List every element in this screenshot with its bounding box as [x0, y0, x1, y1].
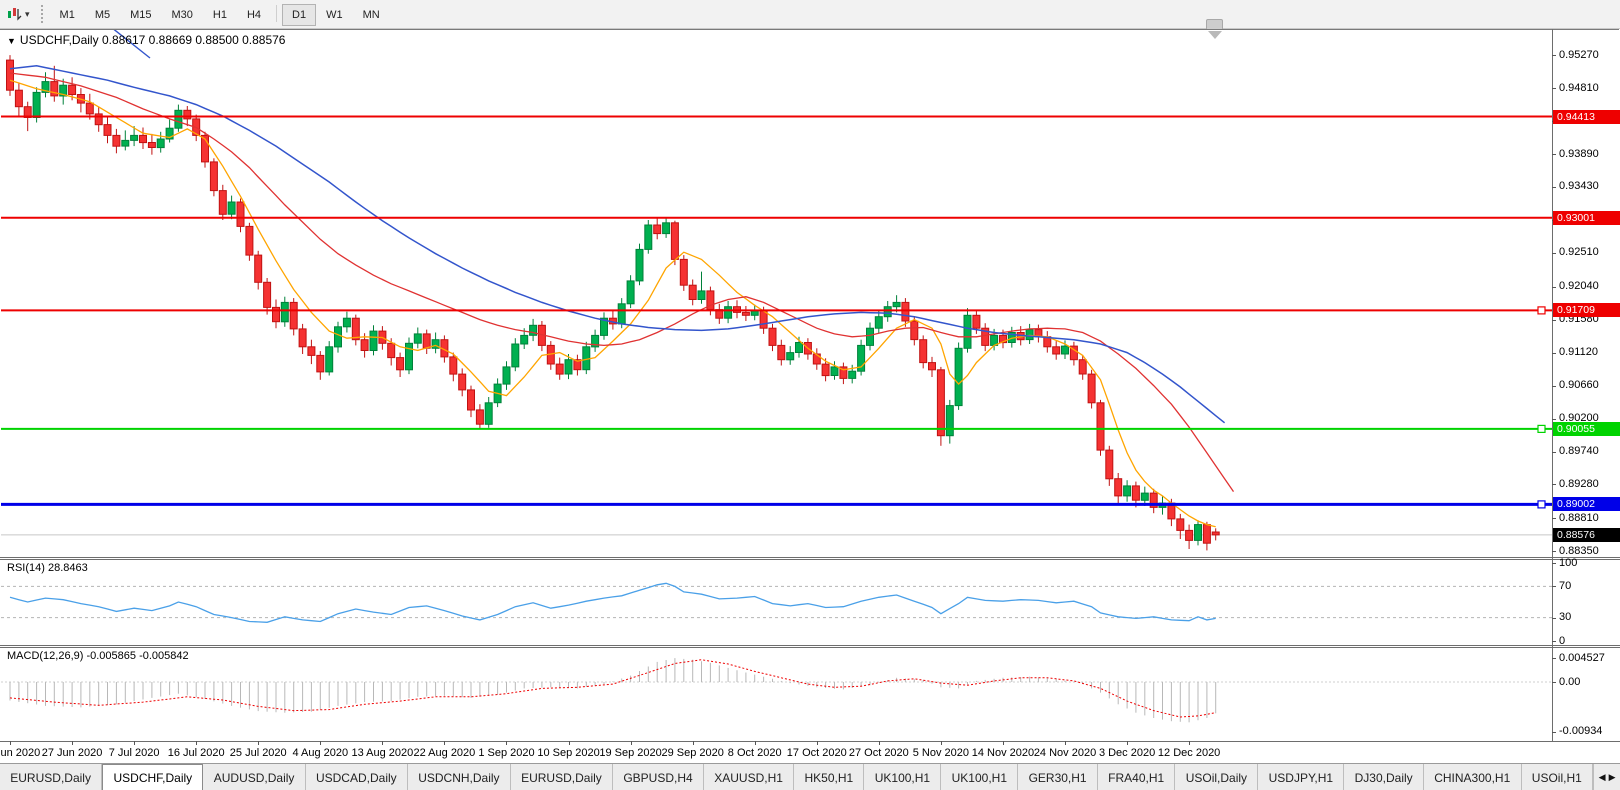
chart-tab-uk100-h1[interactable]: UK100,H1 — [864, 764, 941, 790]
tab-scroll-right-icon[interactable]: ▶ — [1609, 772, 1616, 783]
chart-tab-bar: EURUSD,DailyUSDCHF,DailyAUDUSD,DailyUSDC… — [0, 763, 1620, 790]
chart-tab-dj30-daily[interactable]: DJ30,Daily — [1344, 764, 1424, 790]
date-axis-tick — [755, 741, 756, 745]
macd-axis-label: 0.004527 — [1559, 652, 1605, 664]
macd-axis-tick — [1552, 658, 1556, 659]
price-axis-label: 0.91120 — [1559, 346, 1598, 358]
macd-axis-label: -0.00934 — [1559, 725, 1602, 737]
date-axis-tick — [1065, 741, 1066, 745]
chart-tab-usdchf-daily[interactable]: USDCHF,Daily — [102, 764, 203, 790]
price-axis-tick — [1552, 287, 1556, 288]
price-axis-label: 0.89280 — [1559, 478, 1599, 490]
tab-scroll-left-icon[interactable]: ◀ — [1599, 772, 1606, 783]
price-axis-label: 0.95270 — [1559, 49, 1599, 61]
macd-indicator-label: MACD(12,26,9) -0.005865 -0.005842 — [7, 650, 189, 662]
price-axis-label: 0.94810 — [1559, 82, 1599, 94]
date-axis-tick — [320, 741, 321, 745]
price-badge: 0.93001 — [1553, 211, 1620, 225]
price-axis-label: 0.92040 — [1559, 280, 1599, 292]
date-axis-tick — [879, 741, 880, 745]
date-axis-tick — [1003, 741, 1004, 745]
date-axis-tick — [506, 741, 507, 745]
rsi-axis-tick — [1552, 618, 1556, 619]
chart-ohlc-values: 0.88617 0.88669 0.88500 0.88576 — [102, 33, 286, 47]
macd-axis-tick — [1552, 682, 1556, 683]
price-axis-label: 0.92510 — [1559, 246, 1599, 258]
price-axis-tick — [1552, 187, 1556, 188]
mt4-window: ▾ M1M5M15M30H1H4D1W1MN ▼USDCHF,Daily 0.8… — [0, 0, 1620, 790]
chart-tab-usdcad-daily[interactable]: USDCAD,Daily — [306, 764, 408, 790]
date-axis-label: 12 Dec 2020 — [1151, 747, 1227, 759]
price-axis-tick — [1552, 88, 1556, 89]
price-axis-tick — [1552, 320, 1556, 321]
chart-tab-uk100-h1[interactable]: UK100,H1 — [941, 764, 1018, 790]
chart-tab-usdjpy-h1[interactable]: USDJPY,H1 — [1258, 764, 1344, 790]
chart-tab-gbpusd-h4[interactable]: GBPUSD,H4 — [613, 764, 704, 790]
price-badge: 0.88576 — [1553, 528, 1620, 542]
price-axis-label: 0.93890 — [1559, 148, 1599, 160]
collapse-arrow-icon[interactable]: ▼ — [7, 36, 16, 46]
price-axis-label: 0.88350 — [1559, 545, 1599, 557]
rsi-axis-label: 70 — [1559, 580, 1571, 592]
date-axis-tick — [10, 741, 11, 745]
chart-title: ▼ USDCHF,Daily 0.88617 0.88669 0.88500 0.… — [7, 33, 285, 47]
chart-tab-ger30-h1[interactable]: GER30,H1 — [1018, 764, 1098, 790]
price-axis-label: 0.93430 — [1559, 180, 1599, 192]
rsi-axis-tick — [1552, 563, 1556, 564]
rsi-axis-label: 100 — [1559, 557, 1577, 569]
date-axis-tick — [693, 741, 694, 745]
price-axis-tick — [1552, 353, 1556, 354]
rsi-indicator-label: RSI(14) 28.8463 — [7, 562, 88, 574]
price-badge: 0.94413 — [1553, 110, 1620, 124]
price-axis-tick — [1552, 253, 1556, 254]
rsi-axis-tick — [1552, 586, 1556, 587]
date-axis-tick — [1127, 741, 1128, 745]
price-badge: 0.90055 — [1553, 422, 1620, 436]
price-axis-tick — [1552, 551, 1556, 552]
price-axis-tick — [1552, 386, 1556, 387]
price-axis-tick — [1552, 419, 1556, 420]
price-axis-tick — [1552, 55, 1556, 56]
date-axis-tick — [817, 741, 818, 745]
price-badge: 0.91709 — [1553, 303, 1620, 317]
price-axis-tick — [1552, 484, 1556, 485]
date-axis-tick — [631, 741, 632, 745]
price-axis-tick — [1552, 518, 1556, 519]
price-axis-label: 0.88810 — [1559, 512, 1599, 524]
chart-tab-hk50-h1[interactable]: HK50,H1 — [794, 764, 864, 790]
rsi-axis-tick — [1552, 641, 1556, 642]
date-axis-tick — [1189, 741, 1190, 745]
date-axis-tick — [72, 741, 73, 745]
chart-tab-eurusd-daily[interactable]: EURUSD,Daily — [511, 764, 613, 790]
chart-tab-audusd-daily[interactable]: AUDUSD,Daily — [203, 764, 305, 790]
chart-tab-china300-h1[interactable]: CHINA300,H1 — [1424, 764, 1522, 790]
date-axis-tick — [258, 741, 259, 745]
macd-axis-tick — [1552, 732, 1556, 733]
date-axis-tick — [569, 741, 570, 745]
chart-symbol-label: USDCHF,Daily — [20, 33, 99, 47]
rsi-axis-label: 30 — [1559, 611, 1571, 623]
date-axis-tick — [444, 741, 445, 745]
tab-scroll-arrows: ◀▶ — [1593, 764, 1620, 790]
macd-axis-label: 0.00 — [1559, 676, 1580, 688]
chart-tab-eurusd-daily[interactable]: EURUSD,Daily — [0, 764, 102, 790]
chart-tab-usoil-daily[interactable]: USOil,Daily — [1175, 764, 1258, 790]
price-axis-tick — [1552, 452, 1556, 453]
date-axis-tick — [941, 741, 942, 745]
price-axis-label: 0.89740 — [1559, 445, 1599, 457]
chart-tab-usoil-h1[interactable]: USOil,H1 — [1522, 764, 1594, 790]
chart-tab-xauusd-h1[interactable]: XAUUSD,H1 — [704, 764, 794, 790]
chart-tab-usdcnh-daily[interactable]: USDCNH,Daily — [408, 764, 511, 790]
date-axis-tick — [382, 741, 383, 745]
price-badge: 0.89002 — [1553, 497, 1620, 511]
date-axis-tick — [134, 741, 135, 745]
rsi-axis-label: 0 — [1559, 635, 1565, 647]
price-axis-label: 0.90660 — [1559, 379, 1599, 391]
date-axis-tick — [196, 741, 197, 745]
chart-canvas[interactable] — [0, 0, 1620, 790]
price-axis-tick — [1552, 154, 1556, 155]
chart-tab-fra40-h1[interactable]: FRA40,H1 — [1098, 764, 1176, 790]
